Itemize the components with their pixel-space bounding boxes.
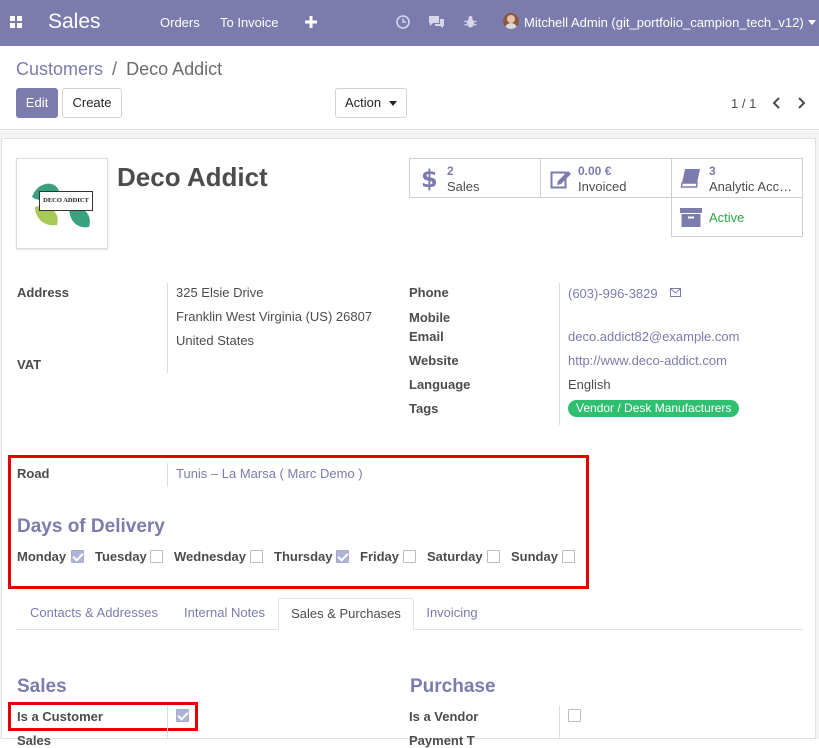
edit-icon [550,171,571,189]
address-country: United States [176,333,255,348]
bug-icon[interactable] [464,15,477,29]
action-label: Action [345,95,382,110]
app-title[interactable]: Sales [48,10,101,34]
partner-logo[interactable]: DECO ADDICT [16,158,108,249]
tab-invoicing[interactable]: Invoicing [416,598,488,630]
breadcrumb-separator: / [112,59,118,79]
day-checkbox-tuesday[interactable] [150,550,163,563]
day-checkbox-friday[interactable] [403,550,416,563]
analytic-label: Analytic Acc… [709,179,793,194]
edit-button[interactable]: Edit [16,88,58,118]
email-value[interactable]: deco.addict82@example.com [568,329,739,344]
archive-icon [680,208,702,227]
invoiced-label: Invoiced [578,179,627,194]
day-label-friday: Friday [360,549,400,564]
field-divider [559,706,560,739]
tag-badge[interactable]: Vendor / Desk Manufacturers [568,400,740,417]
website-label: Website [409,353,459,368]
breadcrumb-customers[interactable]: Customers [16,59,103,79]
tags-label: Tags [409,401,439,416]
is-customer-checkbox[interactable] [176,709,189,722]
is-vendor-label: Is a Vendor [409,709,479,724]
day-label-tuesday: Tuesday [95,549,147,564]
is-vendor-checkbox[interactable] [568,709,581,722]
sales-section-title: Sales [17,676,67,697]
road-label: Road [17,466,50,481]
plus-icon[interactable] [305,16,317,28]
user-menu[interactable]: Mitchell Admin (git_portfolio_campion_te… [524,15,804,30]
field-divider [167,283,168,373]
phone-label: Phone [409,285,449,300]
chevron-left-icon[interactable] [772,97,780,109]
day-checkbox-saturday[interactable] [487,550,500,563]
breadcrumb: Customers / Deco Addict [16,59,222,80]
control-panel: Customers / Deco Addict Edit Create Acti… [0,46,819,130]
tab-internal-notes[interactable]: Internal Notes [172,598,277,630]
create-button[interactable]: Create [62,88,122,118]
address-city: Franklin West Virginia (US) 26807 [176,309,373,324]
dollar-icon: $ [421,165,436,191]
invoiced-smart-button[interactable]: 0.00 € Invoiced [540,158,672,198]
website-value[interactable]: http://www.deco-addict.com [568,353,727,368]
menu-to-invoice[interactable]: To Invoice [220,15,279,30]
is-customer-label: Is a Customer [17,709,103,724]
address-street: 325 Elsie Drive [176,285,264,300]
sales-label: Sales [447,179,480,194]
analytic-count: 3 [709,164,716,178]
language-value: English [568,377,611,392]
active-toggle-button[interactable]: Active [671,197,803,237]
menu-orders[interactable]: Orders [160,15,200,30]
tab-sales-purchases[interactable]: Sales & Purchases [278,598,414,630]
next-sales-field-label: Sales [17,733,51,748]
active-label: Active [709,210,745,225]
analytic-smart-button[interactable]: 3 Analytic Acc… [671,158,803,198]
caret-down-icon [389,101,397,106]
logo-banner: DECO ADDICT [39,191,93,211]
days-of-delivery-title: Days of Delivery [17,516,165,537]
purchase-section-title: Purchase [410,676,496,697]
sales-smart-button[interactable]: $ 2 Sales [409,158,541,198]
invoiced-amount: 0.00 € [578,164,612,178]
day-label-saturday: Saturday [427,549,483,564]
field-divider [167,463,168,487]
caret-down-icon[interactable] [808,20,816,25]
action-dropdown[interactable]: Action [335,88,407,118]
payment-terms-label: Payment T [409,733,475,748]
field-divider [559,283,560,425]
envelope-icon[interactable] [670,288,681,297]
day-checkbox-wednesday[interactable] [250,550,263,563]
vat-label: VAT [17,357,42,372]
road-value[interactable]: Tunis – La Marsa ( Marc Demo ) [176,466,363,481]
pager-value[interactable]: 1 / 1 [731,96,756,111]
email-label: Email [409,329,444,344]
sales-count: 2 [447,164,454,178]
day-checkbox-sunday[interactable] [562,550,575,563]
language-label: Language [409,377,471,392]
chevron-right-icon[interactable] [798,97,806,109]
book-icon [680,169,700,188]
field-divider [167,706,168,739]
tab-contacts-addresses[interactable]: Contacts & Addresses [18,598,170,630]
clock-icon[interactable] [396,15,410,29]
day-label-sunday: Sunday [511,549,558,564]
breadcrumb-current: Deco Addict [126,59,223,79]
chat-icon[interactable] [428,15,445,29]
partner-name: Deco Addict [117,162,268,192]
svg-text:$: $ [421,165,436,191]
day-checkbox-monday[interactable] [71,550,84,563]
day-label-thursday: Thursday [274,549,333,564]
phone-value[interactable]: (603)-996-3829 [568,286,658,301]
day-label-wednesday: Wednesday [174,549,247,564]
day-label-monday: Monday [17,549,67,564]
apps-grid-icon[interactable] [10,16,23,29]
address-label: Address [17,285,70,300]
mobile-label: Mobile [409,310,451,325]
top-navbar: Sales Orders To Invoice Mitchell Admin (… [0,0,819,46]
avatar[interactable] [503,13,519,29]
day-checkbox-thursday[interactable] [336,550,349,563]
